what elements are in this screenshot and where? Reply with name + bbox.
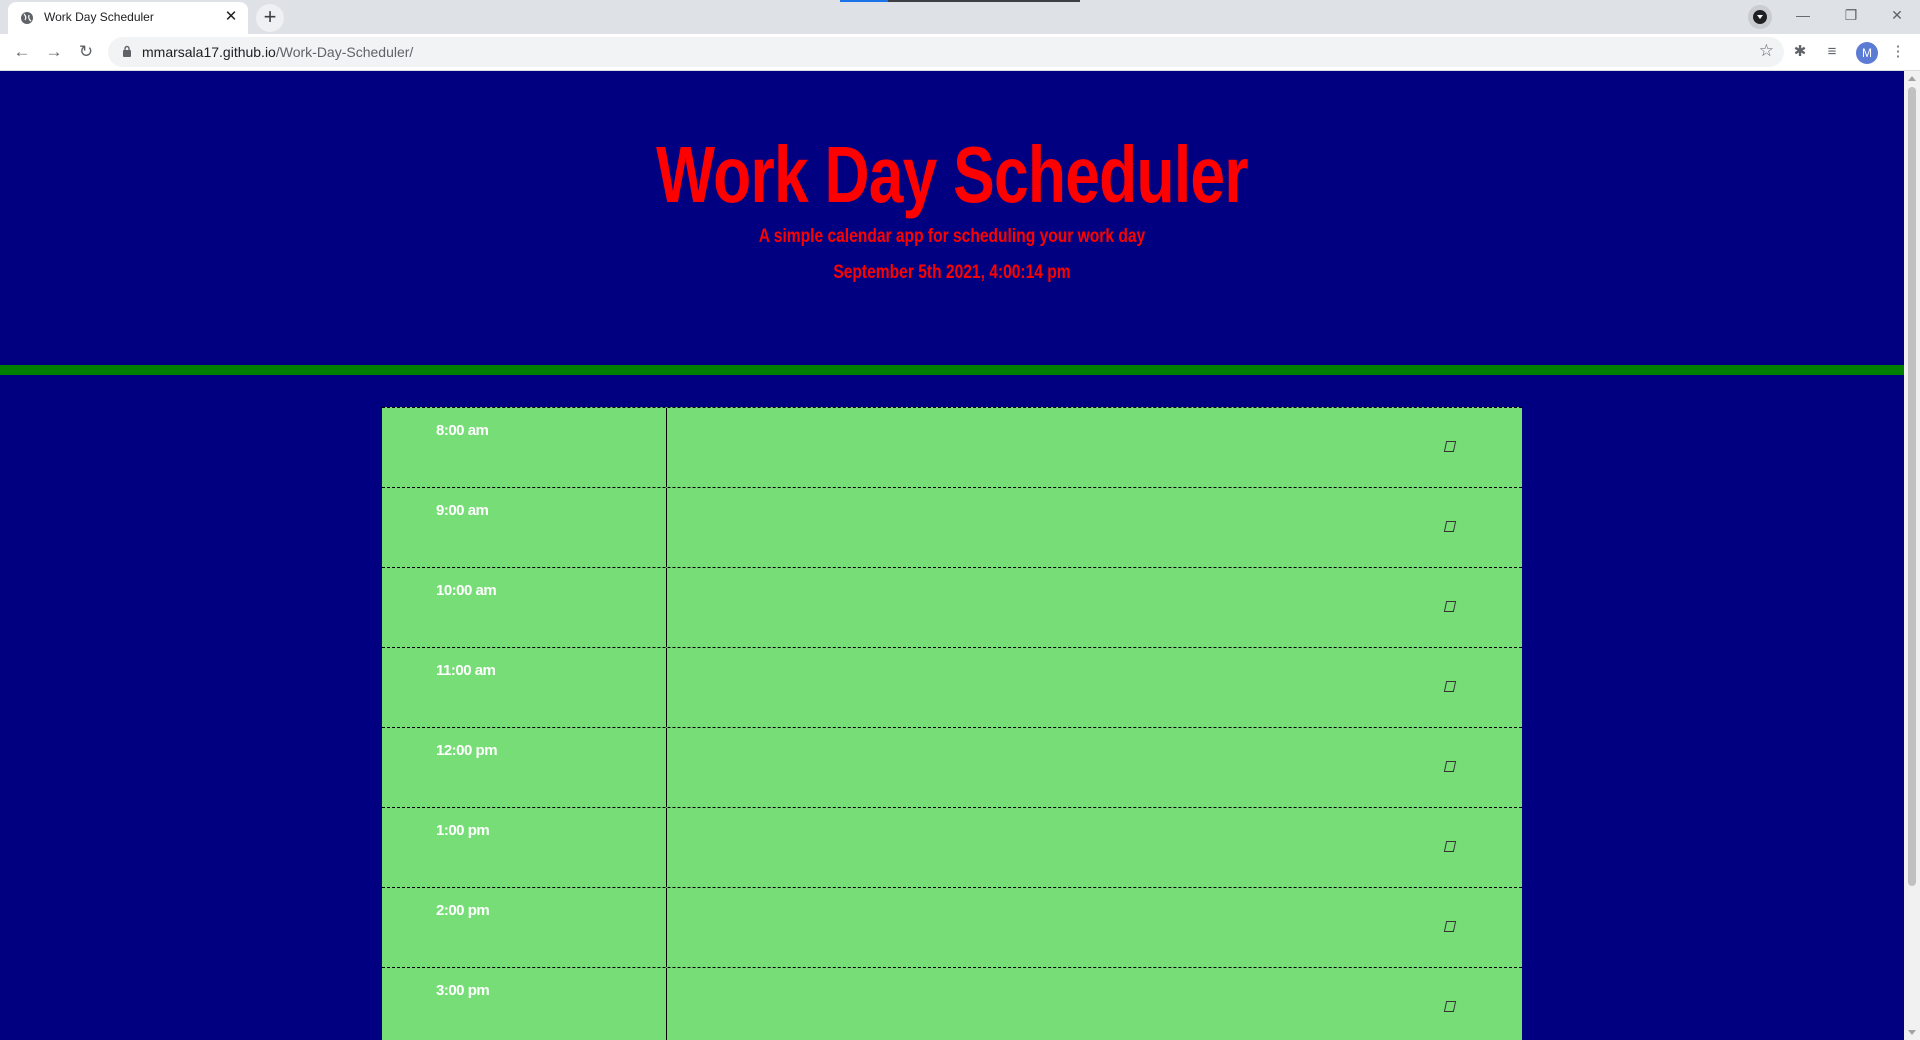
time-block-row: 2:00 pm [382,887,1522,967]
scroll-thumb[interactable] [1908,87,1916,886]
time-block-row: 9:00 am [382,487,1522,567]
tab-search-button[interactable] [1748,5,1772,29]
event-description-input[interactable] [667,728,1407,807]
close-window-button[interactable]: ✕ [1874,2,1920,28]
save-button[interactable] [1407,408,1522,487]
hour-cell: 2:00 pm [382,888,667,967]
tab-title: Work Day Scheduler [44,10,154,24]
reload-button[interactable]: ↻ [72,38,100,66]
hour-label: 1:00 pm [436,822,490,839]
page-title: Work Day Scheduler [656,130,1248,219]
url-host: mmarsala17.github.io [142,44,276,60]
time-block-row: 11:00 am [382,647,1522,727]
hour-cell: 9:00 am [382,488,667,567]
globe-icon [21,12,33,24]
forward-button[interactable]: → [40,38,68,66]
restore-button[interactable]: ❐ [1828,2,1874,28]
time-block-row: 10:00 am [382,567,1522,647]
save-button[interactable] [1407,808,1522,887]
header: Work Day Scheduler A simple calendar app… [0,71,1904,375]
event-description-input[interactable] [667,648,1407,727]
save-button[interactable] [1407,888,1522,967]
menu-icon[interactable]: ⋮ [1886,40,1910,64]
hour-label: 10:00 am [436,582,497,599]
save-button[interactable] [1407,648,1522,727]
save-button[interactable] [1407,968,1522,1040]
time-block-row: 1:00 pm [382,807,1522,887]
hour-cell: 3:00 pm [382,968,667,1040]
hour-cell: 1:00 pm [382,808,667,887]
back-button[interactable]: ← [8,38,36,66]
save-button[interactable] [1407,488,1522,567]
save-icon [1443,681,1457,692]
loading-bar [840,0,1080,2]
minimize-button[interactable]: — [1780,2,1826,28]
event-description-input[interactable] [667,968,1407,1040]
tab-strip: Work Day Scheduler ✕ + — ❐ ✕ [0,0,1920,34]
new-tab-button[interactable]: + [256,4,284,32]
hour-label: 12:00 pm [436,742,498,759]
tab-close-icon[interactable]: ✕ [222,8,240,26]
hour-cell: 11:00 am [382,648,667,727]
scroll-up-arrow[interactable] [1908,76,1916,81]
save-icon [1443,841,1457,852]
hour-label: 3:00 pm [436,982,490,999]
hour-label: 9:00 am [436,502,489,519]
browser-tab[interactable]: Work Day Scheduler ✕ [8,2,248,34]
scroll-down-arrow[interactable] [1908,1030,1916,1035]
reading-list-icon[interactable]: ≡ [1820,40,1844,64]
page-subtitle: A simple calendar app for scheduling you… [758,226,1146,247]
extensions-icon[interactable]: ✱ [1788,40,1812,64]
save-icon [1443,761,1457,772]
bookmark-star-icon[interactable]: ☆ [1759,41,1774,61]
time-block-row: 3:00 pm [382,967,1522,1040]
avatar[interactable]: M [1856,42,1878,64]
save-icon [1443,441,1457,452]
event-description-input[interactable] [667,568,1407,647]
save-icon [1443,601,1457,612]
save-icon [1443,521,1457,532]
event-description-input[interactable] [667,488,1407,567]
hour-label: 8:00 am [436,422,489,439]
browser-toolbar: ← → ↻ mmarsala17.github.io/Work-Day-Sche… [0,34,1920,71]
save-button[interactable] [1407,568,1522,647]
hour-cell: 8:00 am [382,408,667,487]
event-description-input[interactable] [667,408,1407,487]
time-block-row: 12:00 pm [382,727,1522,807]
scrollbar[interactable] [1904,71,1920,1040]
schedule: 8:00 am 9:00 am 10:00 am 11:00 am 12:00 pm 1:… [382,407,1522,1040]
chevron-down-icon [1753,10,1767,24]
lock-icon [123,45,131,57]
save-button[interactable] [1407,728,1522,807]
hour-label: 2:00 pm [436,902,490,919]
url-path: /Work-Day-Scheduler/ [275,44,414,60]
hour-cell: 12:00 pm [382,728,667,807]
save-icon [1443,921,1457,932]
event-description-input[interactable] [667,888,1407,967]
event-description-input[interactable] [667,808,1407,887]
url-text: mmarsala17.github.io/Work-Day-Scheduler/ [142,44,413,60]
current-day: September 5th 2021, 4:00:14 pm [833,262,1071,283]
address-bar[interactable]: mmarsala17.github.io/Work-Day-Scheduler/… [108,37,1784,67]
hour-cell: 10:00 am [382,568,667,647]
save-icon [1443,1001,1457,1012]
hour-label: 11:00 am [436,662,496,679]
page-viewport: Work Day Scheduler A simple calendar app… [0,71,1904,1040]
time-block-row: 8:00 am [382,407,1522,487]
